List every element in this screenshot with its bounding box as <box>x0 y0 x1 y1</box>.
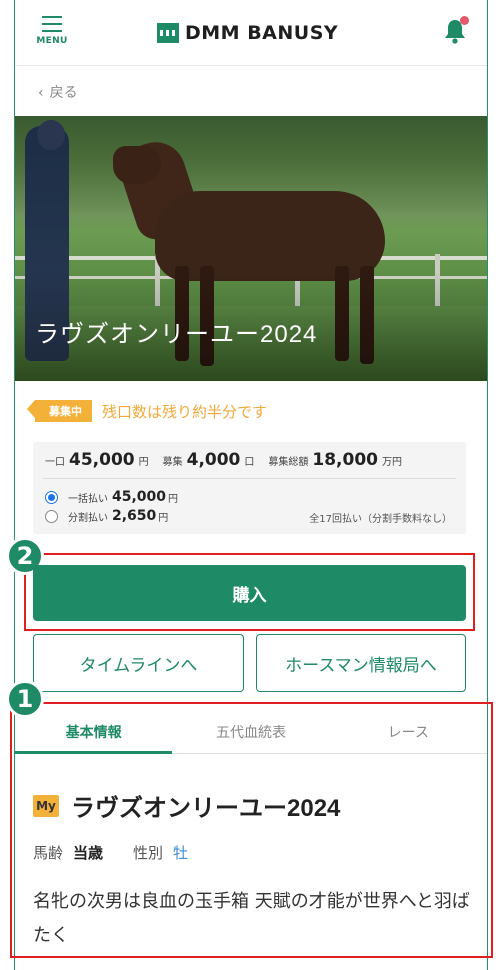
recruitment-status: 募集中 残口数は残り約半分です <box>27 400 268 422</box>
hero-horse-head <box>113 146 161 184</box>
age-label: 馬齢 <box>33 844 64 862</box>
menu-label: MENU <box>36 36 68 46</box>
app-header: MENU DMM BANUSY <box>15 0 487 66</box>
installment-value: 2,650 <box>112 508 157 524</box>
logo-mark-icon <box>157 23 179 43</box>
back-link[interactable]: ‹ 戻る <box>38 82 78 102</box>
total-value: 18,000 <box>312 450 378 470</box>
installment-option[interactable]: 分割払い 2,650 円 <box>45 508 168 524</box>
sex-value: 牡 <box>173 844 189 862</box>
age-value: 当歳 <box>73 844 104 862</box>
horseman-info-button[interactable]: ホースマン情報局へ <box>256 634 466 692</box>
hamburger-icon <box>42 16 62 18</box>
chevron-left-icon: ‹ <box>38 85 44 101</box>
horse-title: My ラヴズオンリーユー2024 <box>33 788 340 823</box>
unit-price-label: 一口 <box>45 457 65 468</box>
menu-button[interactable]: MENU <box>35 16 69 52</box>
total-label: 募集総額 <box>268 457 309 468</box>
price-summary: 一口 45,000 円 募集 4,000 口 募集総額 18,000 万円 <box>45 450 402 470</box>
hero-title: ラヴズオンリーユー2024 <box>35 321 318 348</box>
unit-price-value: 45,000 <box>69 450 135 470</box>
brand-logo[interactable]: DMM BANUSY <box>157 20 338 46</box>
total-suffix: 万円 <box>382 457 402 468</box>
notification-button[interactable] <box>443 16 469 44</box>
notification-dot <box>460 16 469 25</box>
hero-horse-body <box>155 191 385 281</box>
installment-suffix: 円 <box>158 512 169 524</box>
hamburger-icon-bar <box>42 30 62 32</box>
lump-sum-option[interactable]: 一括払い 45,000 円 <box>45 489 178 505</box>
shares-label: 募集 <box>162 457 183 468</box>
pricing-divider <box>43 478 456 479</box>
horse-name: ラヴズオンリーユー2024 <box>71 795 341 822</box>
unit-price-suffix: 円 <box>138 457 149 468</box>
my-horse-badge[interactable]: My <box>33 794 59 817</box>
installments-note: 全17回払い（分割手数料なし） <box>309 514 452 525</box>
lump-sum-label: 一括払い <box>68 493 108 505</box>
lump-sum-radio[interactable] <box>45 490 58 504</box>
pricing-panel: 一口 45,000 円 募集 4,000 口 募集総額 18,000 万円 一括… <box>33 442 466 534</box>
tab-race[interactable]: レース <box>330 710 487 753</box>
shares-suffix: 口 <box>244 457 255 468</box>
status-message: 残口数は残り約半分です <box>102 402 268 421</box>
horse-attributes: 馬齢 当歳 性別 牡 <box>33 842 218 863</box>
hero-handler-head <box>37 120 65 150</box>
tab-basic-info[interactable]: 基本情報 <box>15 710 173 754</box>
installment-radio[interactable] <box>45 509 58 523</box>
horse-description: 名牝の次男は良血の玉手箱 天賦の才能が世界へと羽ばたく <box>33 891 470 946</box>
sex-label: 性別 <box>133 844 164 862</box>
timeline-button[interactable]: タイムラインへ <box>33 634 244 692</box>
shares-value: 4,000 <box>186 450 241 470</box>
back-label: 戻る <box>49 85 78 101</box>
tab-pedigree[interactable]: 五代血統表 <box>172 710 329 753</box>
hero-image: ラヴズオンリーユー2024 <box>15 116 487 381</box>
hamburger-icon-bar <box>42 23 62 25</box>
buy-button[interactable]: 購入 <box>33 565 466 621</box>
installment-label: 分割払い <box>68 512 108 524</box>
logo-text: DMM BANUSY <box>185 22 339 44</box>
lump-sum-suffix: 円 <box>168 493 179 505</box>
detail-tabs: 基本情報 五代血統表 レース <box>15 710 487 754</box>
lump-sum-value: 45,000 <box>112 489 167 505</box>
status-badge: 募集中 <box>27 400 92 422</box>
